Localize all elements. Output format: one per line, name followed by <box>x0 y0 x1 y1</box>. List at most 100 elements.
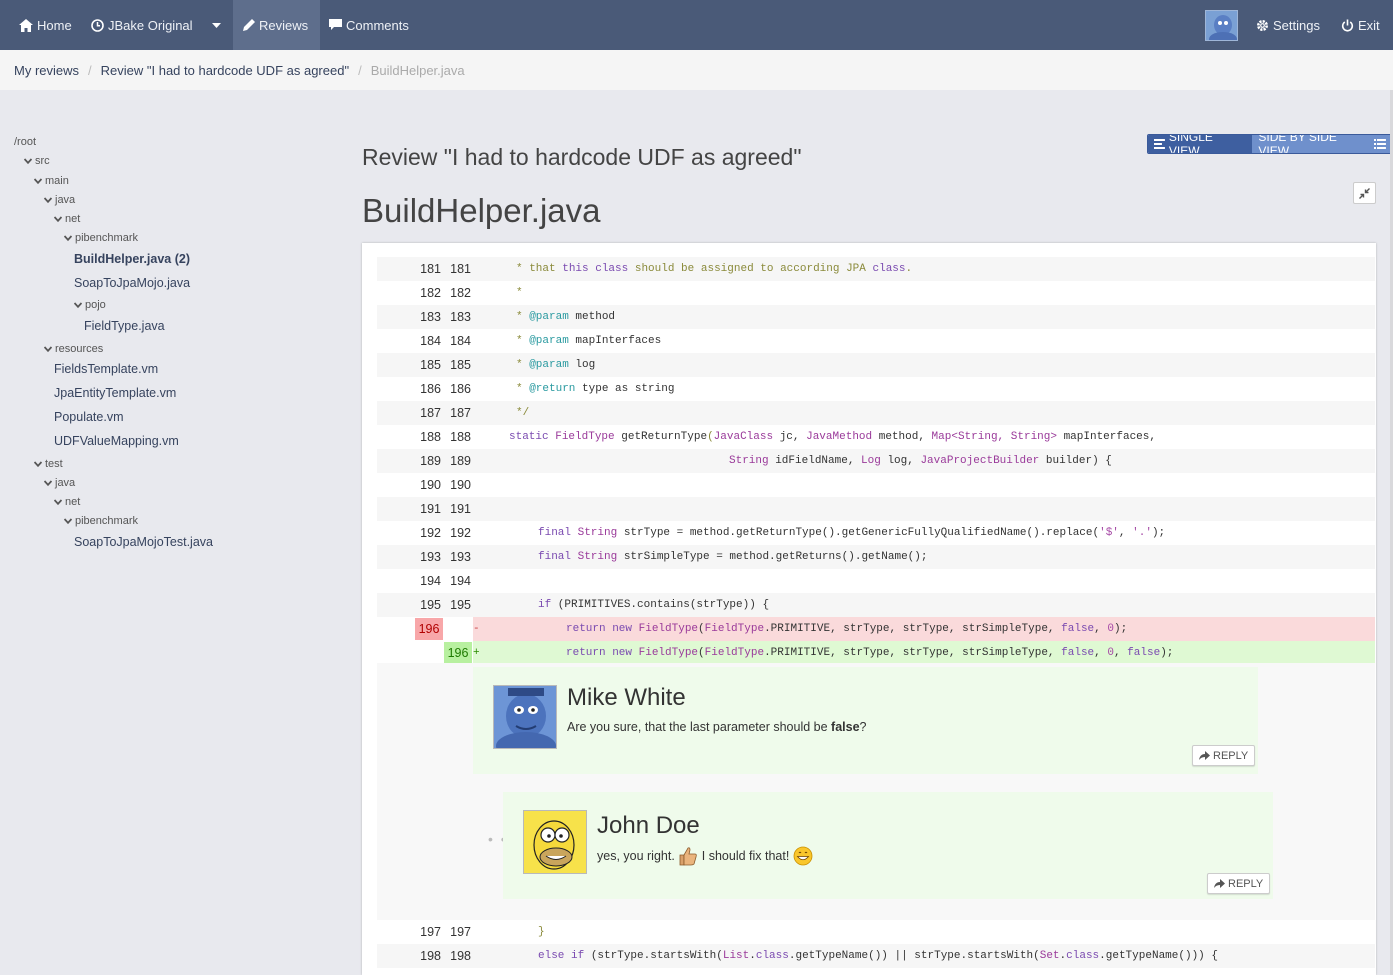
nav-exit[interactable]: Exit <box>1341 0 1380 50</box>
tree-folder-test-pibenchmark[interactable]: pibenchmark <box>64 515 138 527</box>
old-line-number: 184 <box>420 334 441 348</box>
comment-mike-white: Mike White Are you sure, that the last p… <box>473 667 1258 774</box>
nav-comments[interactable]: Comments <box>329 0 409 50</box>
new-line-number: 185 <box>450 358 471 372</box>
tree-folder-src[interactable]: src <box>24 155 50 167</box>
breadcrumb-review[interactable]: Review "I had to hardcode UDF as agreed" <box>101 63 349 78</box>
project-caret[interactable] <box>212 0 221 50</box>
collapse-button[interactable] <box>1353 182 1376 204</box>
code-text: String idFieldName, Log log, JavaProject… <box>729 455 1112 467</box>
chevron-down-icon <box>64 518 72 525</box>
new-line-number: 191 <box>450 502 471 516</box>
chevron-down-icon <box>44 197 52 204</box>
tree-label: SoapToJpaMojoTest.java <box>74 535 213 549</box>
code-text: return new FieldType(FieldType.PRIMITIVE… <box>566 623 1128 635</box>
old-line-number: 190 <box>420 478 441 492</box>
reply-icon <box>1214 879 1225 888</box>
new-line-number: 190 <box>450 478 471 492</box>
tree-folder-test-net[interactable]: net <box>54 496 80 508</box>
align-left-icon <box>1154 139 1165 149</box>
tree-label: pibenchmark <box>75 232 138 244</box>
user-avatar[interactable] <box>1205 10 1238 41</box>
new-line-number: 193 <box>450 550 471 564</box>
chevron-down-icon <box>44 480 52 487</box>
reply-label: REPLY <box>1228 877 1264 890</box>
list-icon <box>1374 139 1386 149</box>
tree-folder-test-java[interactable]: java <box>44 477 75 489</box>
reply-icon <box>1199 751 1210 760</box>
nav-reviews-label: Reviews <box>259 17 309 33</box>
nav-reviews[interactable]: Reviews <box>233 0 320 50</box>
tree-folder-java[interactable]: java <box>44 194 75 206</box>
old-line-number: 185 <box>420 358 441 372</box>
side-by-side-view-button[interactable]: SIDE BY SIDE VIEW <box>1252 135 1392 153</box>
chevron-down-icon <box>34 178 42 185</box>
new-line-number: 186 <box>450 382 471 396</box>
comment-author: Mike White <box>567 684 686 711</box>
nav-home-label: Home <box>37 17 72 33</box>
old-line-number: 193 <box>420 550 441 564</box>
power-icon <box>1341 19 1354 32</box>
tree-label: pojo <box>85 299 106 311</box>
tree-file-soaptojpamojo[interactable]: SoapToJpaMojo.java <box>74 276 190 290</box>
single-view-label: SINGLE VIEW <box>1168 134 1213 154</box>
code-line: 182 182 * <box>377 281 1375 305</box>
tree-label: java <box>55 477 76 489</box>
chevron-down-icon <box>34 461 42 468</box>
reply-button[interactable]: REPLY <box>1192 745 1256 766</box>
gear-icon <box>1257 19 1268 31</box>
tree-folder-resources[interactable]: resources <box>44 343 103 355</box>
tree-folder-test[interactable]: test <box>34 458 63 470</box>
tree-folder-root[interactable]: /root <box>14 136 36 148</box>
single-view-button[interactable]: SINGLE VIEW <box>1148 134 1253 154</box>
chevron-down-icon <box>64 235 72 242</box>
tree-label: FieldsTemplate.vm <box>54 362 159 376</box>
code-line: 190 190 <box>377 473 1375 497</box>
breadcrumb-my-reviews[interactable]: My reviews <box>14 63 79 78</box>
nav-project-dropdown[interactable]: JBake Original <box>91 0 193 50</box>
tree-file-fieldstemplate[interactable]: FieldsTemplate.vm <box>54 362 158 376</box>
comment-text: yes, you right. I should fix that! <box>597 846 813 866</box>
new-line-number: 182 <box>450 286 471 300</box>
reply-button[interactable]: REPLY <box>1207 873 1271 894</box>
breadcrumb-separator: / <box>88 62 92 78</box>
nav-comments-label: Comments <box>346 17 409 33</box>
new-line-number: 198 <box>450 949 471 963</box>
comment-john-doe: John Doe yes, you right. I should fix th… <box>503 792 1273 899</box>
old-line-number: 181 <box>420 262 441 276</box>
tree-label: main <box>45 175 69 187</box>
old-line-number: 182 <box>420 286 441 300</box>
added-line-marker: + <box>473 647 480 659</box>
tree-file-udfvaluemapping[interactable]: UDFValueMapping.vm <box>54 434 179 448</box>
code-text: static FieldType getReturnType(JavaClass… <box>509 431 1156 443</box>
code-line: 197 197 } <box>377 920 1375 944</box>
old-line-number: 198 <box>420 949 441 963</box>
tree-folder-main[interactable]: main <box>34 175 69 187</box>
tree-label: SoapToJpaMojo.java <box>74 276 191 290</box>
old-line-number: 195 <box>420 598 441 612</box>
code-line: 198 198 else if (strType.startsWith(List… <box>377 944 1375 968</box>
tree-folder-net[interactable]: net <box>54 213 80 225</box>
nav-settings[interactable]: Settings <box>1256 0 1320 50</box>
tree-file-fieldtype[interactable]: FieldType.java <box>84 319 165 333</box>
code-line: 194 194 <box>377 569 1375 593</box>
tree-label: test <box>45 458 63 470</box>
tree-file-soaptojpamojotest[interactable]: SoapToJpaMojoTest.java <box>74 535 213 549</box>
tree-label: resources <box>55 343 104 355</box>
new-line-number: 192 <box>450 526 471 540</box>
old-line-number: 192 <box>420 526 441 540</box>
code-text: final String strSimpleType = method.getR… <box>538 551 928 563</box>
tree-file-jpaentitytemplate[interactable]: JpaEntityTemplate.vm <box>54 386 176 400</box>
code-text: final String strType = method.getReturnT… <box>538 527 1166 539</box>
tree-folder-pojo[interactable]: pojo <box>74 299 106 311</box>
comment-text: Are you sure, that the last parameter sh… <box>567 720 867 734</box>
tree-folder-pibenchmark[interactable]: pibenchmark <box>64 232 138 244</box>
tree-file-populate[interactable]: Populate.vm <box>54 410 123 424</box>
code-text: * @param log <box>516 359 596 371</box>
avatar <box>523 810 587 874</box>
nav-home[interactable]: Home <box>19 0 72 50</box>
comments-thread: Mike White Are you sure, that the last p… <box>377 663 1375 920</box>
old-line-number: 189 <box>420 454 441 468</box>
old-line-number: 197 <box>420 925 441 939</box>
tree-file-buildhelper[interactable]: BuildHelper.java (2) <box>74 252 190 266</box>
